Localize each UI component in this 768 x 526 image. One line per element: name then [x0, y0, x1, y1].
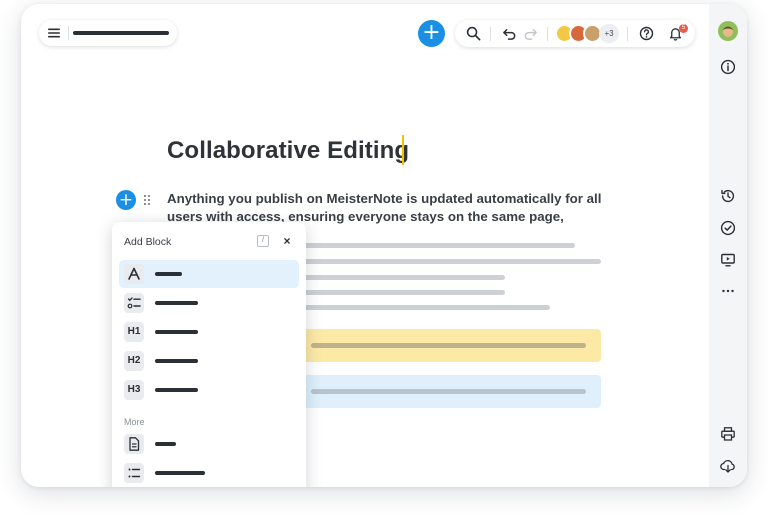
- add-button[interactable]: +: [418, 20, 445, 47]
- page-icon: [124, 434, 144, 454]
- text-line-placeholder: [311, 343, 586, 348]
- text-line-placeholder: [291, 275, 505, 280]
- text-line-placeholder: [291, 290, 505, 295]
- text-caret: [402, 135, 404, 165]
- menu-item-label: [155, 272, 182, 276]
- bullet-list-icon: [124, 463, 144, 483]
- document-paragraph[interactable]: Anything you publish on MeisterNote is u…: [167, 190, 607, 226]
- text-line-placeholder: [291, 243, 575, 248]
- text-line-placeholder: [291, 259, 601, 264]
- print-icon[interactable]: [720, 426, 736, 442]
- more-collaborators-badge[interactable]: +3: [599, 24, 619, 43]
- text-icon: [124, 264, 144, 284]
- text-line-placeholder: [291, 305, 550, 310]
- redo-icon[interactable]: [523, 26, 538, 41]
- present-icon[interactable]: [720, 252, 736, 268]
- more-options-icon[interactable]: [720, 283, 736, 299]
- heading-3-icon: H3: [124, 380, 144, 400]
- task-check-icon[interactable]: [720, 220, 736, 236]
- menu-item-label: [155, 471, 205, 475]
- add-block-menu: Add Block / × H1 H2 H3 More: [112, 222, 306, 487]
- top-toolbar: +3 5: [455, 20, 695, 47]
- heading-2-icon: H2: [124, 351, 144, 371]
- help-icon[interactable]: [639, 26, 654, 41]
- more-section-label: More: [124, 417, 145, 427]
- document-menu-pill[interactable]: [39, 20, 177, 46]
- user-avatar[interactable]: [718, 21, 738, 41]
- drag-handle-icon[interactable]: [143, 194, 151, 206]
- menu-item-heading-1[interactable]: H1: [119, 318, 299, 346]
- search-icon[interactable]: [466, 26, 481, 41]
- menu-item-text[interactable]: [119, 260, 299, 288]
- heading-1-icon: H1: [124, 322, 144, 342]
- text-line-placeholder: [311, 389, 586, 394]
- info-callout-block[interactable]: [291, 375, 601, 408]
- menu-item-heading-3[interactable]: H3: [119, 376, 299, 404]
- divider: [68, 26, 69, 40]
- notification-count-badge: 5: [679, 24, 688, 33]
- highlight-callout-block[interactable]: [291, 329, 601, 362]
- divider: [547, 27, 548, 41]
- avatar-face-icon: [722, 26, 734, 37]
- app-window: + +3 5 Collaborative Editing + Anything …: [21, 4, 747, 487]
- menu-item-label: [155, 442, 176, 446]
- cloud-download-icon[interactable]: [720, 458, 736, 474]
- undo-icon[interactable]: [502, 26, 517, 41]
- hamburger-menu-icon[interactable]: [48, 27, 60, 39]
- add-block-button[interactable]: +: [116, 190, 136, 210]
- menu-item-heading-2[interactable]: H2: [119, 347, 299, 375]
- document-title[interactable]: Collaborative Editing: [167, 137, 409, 165]
- history-icon[interactable]: [720, 188, 736, 204]
- divider: [490, 27, 491, 41]
- menu-item-page[interactable]: [119, 430, 299, 458]
- checklist-icon: [124, 293, 144, 313]
- menu-item-label: [155, 301, 198, 305]
- menu-item-label: [155, 388, 198, 392]
- menu-item-label: [155, 359, 198, 363]
- menu-item-label: [155, 330, 198, 334]
- slash-shortcut-hint: /: [257, 235, 269, 247]
- document-name-placeholder[interactable]: [73, 31, 169, 35]
- close-button[interactable]: ×: [280, 234, 294, 248]
- add-block-menu-title: Add Block: [124, 236, 172, 248]
- menu-item-bullet-list[interactable]: [119, 459, 299, 487]
- divider: [627, 27, 628, 41]
- info-icon[interactable]: [720, 59, 736, 75]
- right-sidebar: [709, 4, 747, 487]
- menu-item-checklist[interactable]: [119, 289, 299, 317]
